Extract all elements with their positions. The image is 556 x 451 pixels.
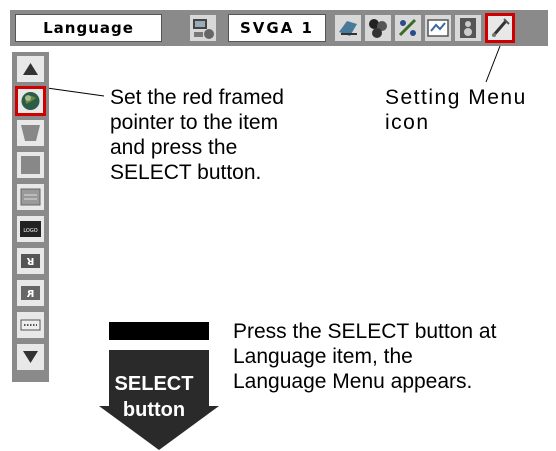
- svg-text:R: R: [26, 289, 34, 300]
- pointer-line-4: SELECT button.: [110, 161, 262, 184]
- display-icon[interactable]: [17, 184, 44, 210]
- setting-line-2: icon: [385, 111, 430, 134]
- terminal-icon[interactable]: [17, 312, 44, 338]
- ceiling-icon[interactable]: R: [17, 248, 44, 274]
- down-arrow-icon[interactable]: [17, 344, 44, 370]
- keystone-icon[interactable]: [17, 120, 44, 146]
- note-line-3: Language Menu appears.: [233, 370, 473, 393]
- pointer-line-3: and press the: [110, 136, 238, 159]
- up-arrow-icon[interactable]: [17, 56, 44, 82]
- pointer-line-2: pointer to the item: [110, 111, 279, 134]
- note-line-1: Press the SELECT button at: [233, 320, 497, 343]
- language-select-note: Press the SELECT button at Language item…: [233, 319, 553, 394]
- select-arrow-label-2: button: [122, 399, 186, 421]
- svg-text:R: R: [26, 255, 34, 266]
- setting-line-1: Setting Menu: [385, 86, 527, 109]
- blue-back-icon[interactable]: [17, 152, 44, 178]
- logo-icon[interactable]: LOGO: [17, 216, 44, 242]
- setting-sidebar: LOGO R R: [12, 52, 49, 382]
- language-globe-icon[interactable]: [15, 86, 46, 116]
- note-line-2: Language item, the: [233, 345, 413, 368]
- pointer-line-1: Set the red framed: [110, 86, 284, 109]
- pointer-instruction: Set the red framed pointer to the item a…: [110, 85, 320, 185]
- svg-text:LOGO: LOGO: [23, 228, 37, 234]
- rear-icon[interactable]: R: [17, 280, 44, 306]
- select-arrow-label-1: SELECT: [114, 373, 194, 395]
- setting-menu-caption: Setting Menu icon: [385, 85, 527, 135]
